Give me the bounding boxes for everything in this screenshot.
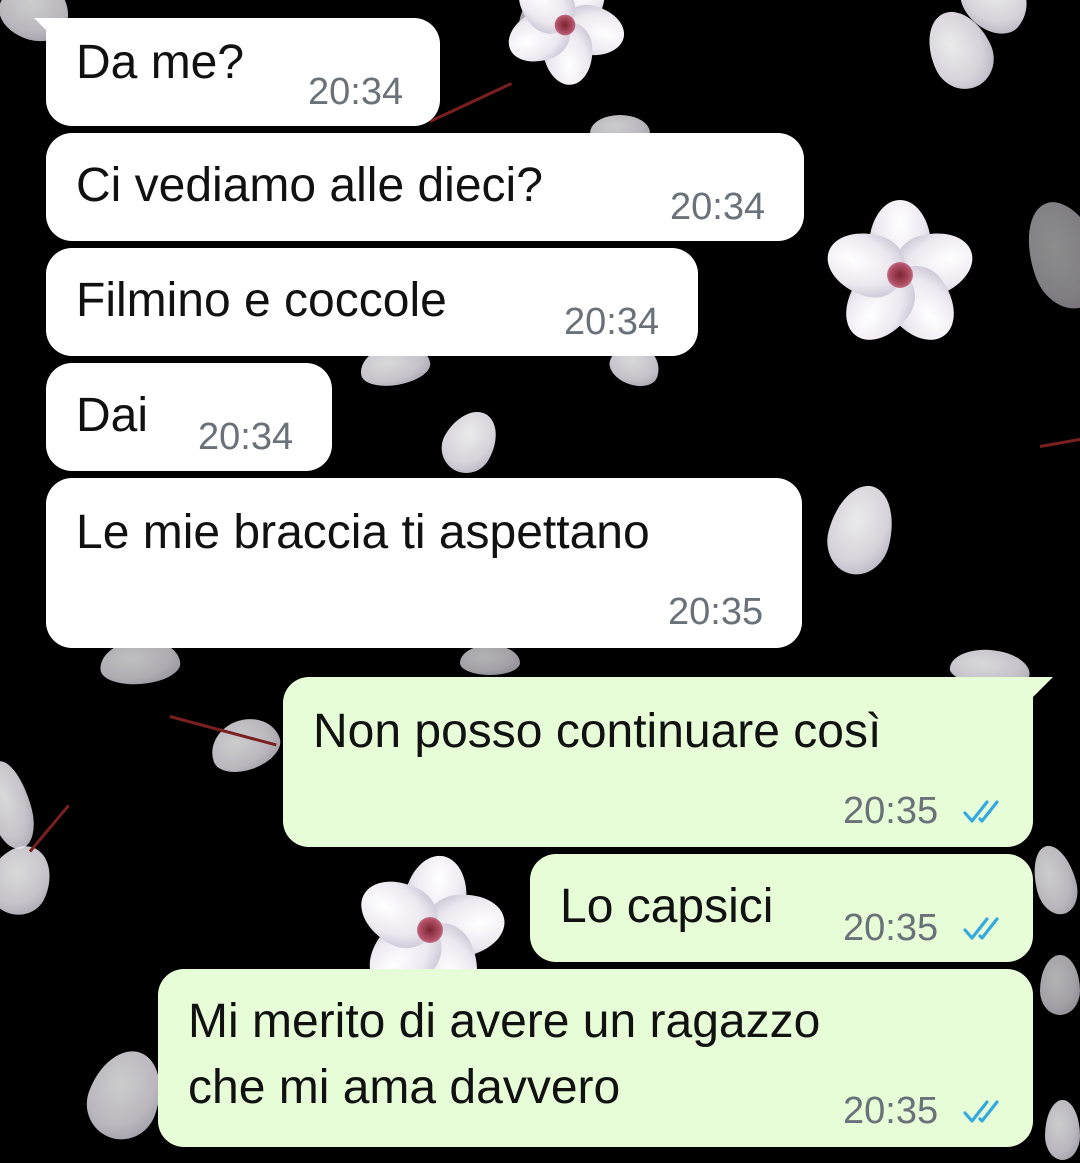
petal-decoration	[432, 401, 508, 483]
message-time: 20:35	[843, 907, 939, 949]
message-text: Filmino e coccole	[76, 274, 447, 327]
stem-decoration	[1039, 434, 1080, 448]
message-bubble-received[interactable]: Le mie braccia ti aspettano 20:35	[46, 478, 802, 648]
message-text: Dai	[76, 389, 149, 442]
message-bubble-received[interactable]: Dai 20:34	[46, 363, 332, 471]
message-time: 20:35	[668, 591, 764, 633]
flower-decoration	[500, 0, 629, 88]
message-bubble-sent[interactable]: Lo capsici 20:35	[530, 854, 1033, 962]
message-time: 20:35	[843, 790, 939, 832]
double-check-icon	[963, 800, 999, 823]
message-text: Lo capsici	[560, 880, 774, 933]
petal-decoration	[1040, 955, 1080, 1015]
message-text: Da me?	[76, 36, 245, 89]
message-time: 20:34	[198, 416, 294, 458]
flower-decoration	[819, 200, 981, 354]
message-time: 20:35	[843, 1090, 939, 1132]
message-bubble-sent[interactable]: Mi merito di avere un ragazzo che mi ama…	[158, 969, 1033, 1147]
bubble-tail	[1027, 677, 1053, 703]
petal-decoration	[0, 756, 41, 854]
message-time: 20:34	[670, 186, 766, 228]
stem-decoration	[28, 804, 70, 853]
message-time: 20:34	[564, 301, 660, 343]
double-check-icon	[963, 917, 999, 940]
petal-decoration	[1013, 191, 1080, 319]
message-text: Mi merito di avere un ragazzo che mi ama…	[188, 995, 821, 1114]
message-text: Le mie braccia ti aspettano	[76, 506, 650, 559]
petal-decoration	[1026, 841, 1080, 919]
message-text: Non posso continuare così	[313, 705, 882, 758]
petal-decoration	[460, 645, 520, 675]
message-text: Ci vediamo alle dieci?	[76, 159, 543, 212]
message-bubble-received[interactable]: Ci vediamo alle dieci? 20:34	[46, 133, 804, 241]
message-bubble-received[interactable]: Da me? 20:34	[34, 18, 440, 126]
double-check-icon	[963, 1100, 999, 1123]
message-bubble-sent[interactable]: Non posso continuare così 20:35	[283, 677, 1053, 847]
bubble-tail	[34, 18, 60, 44]
petal-decoration	[819, 478, 903, 582]
chat-area: Da me? 20:34 Ci vediamo alle dieci? 20:3…	[0, 0, 1080, 1163]
message-bubble-received[interactable]: Filmino e coccole 20:34	[46, 248, 698, 356]
petal-decoration	[1045, 1100, 1080, 1160]
stem-decoration	[429, 82, 513, 123]
message-time: 20:34	[308, 71, 404, 113]
